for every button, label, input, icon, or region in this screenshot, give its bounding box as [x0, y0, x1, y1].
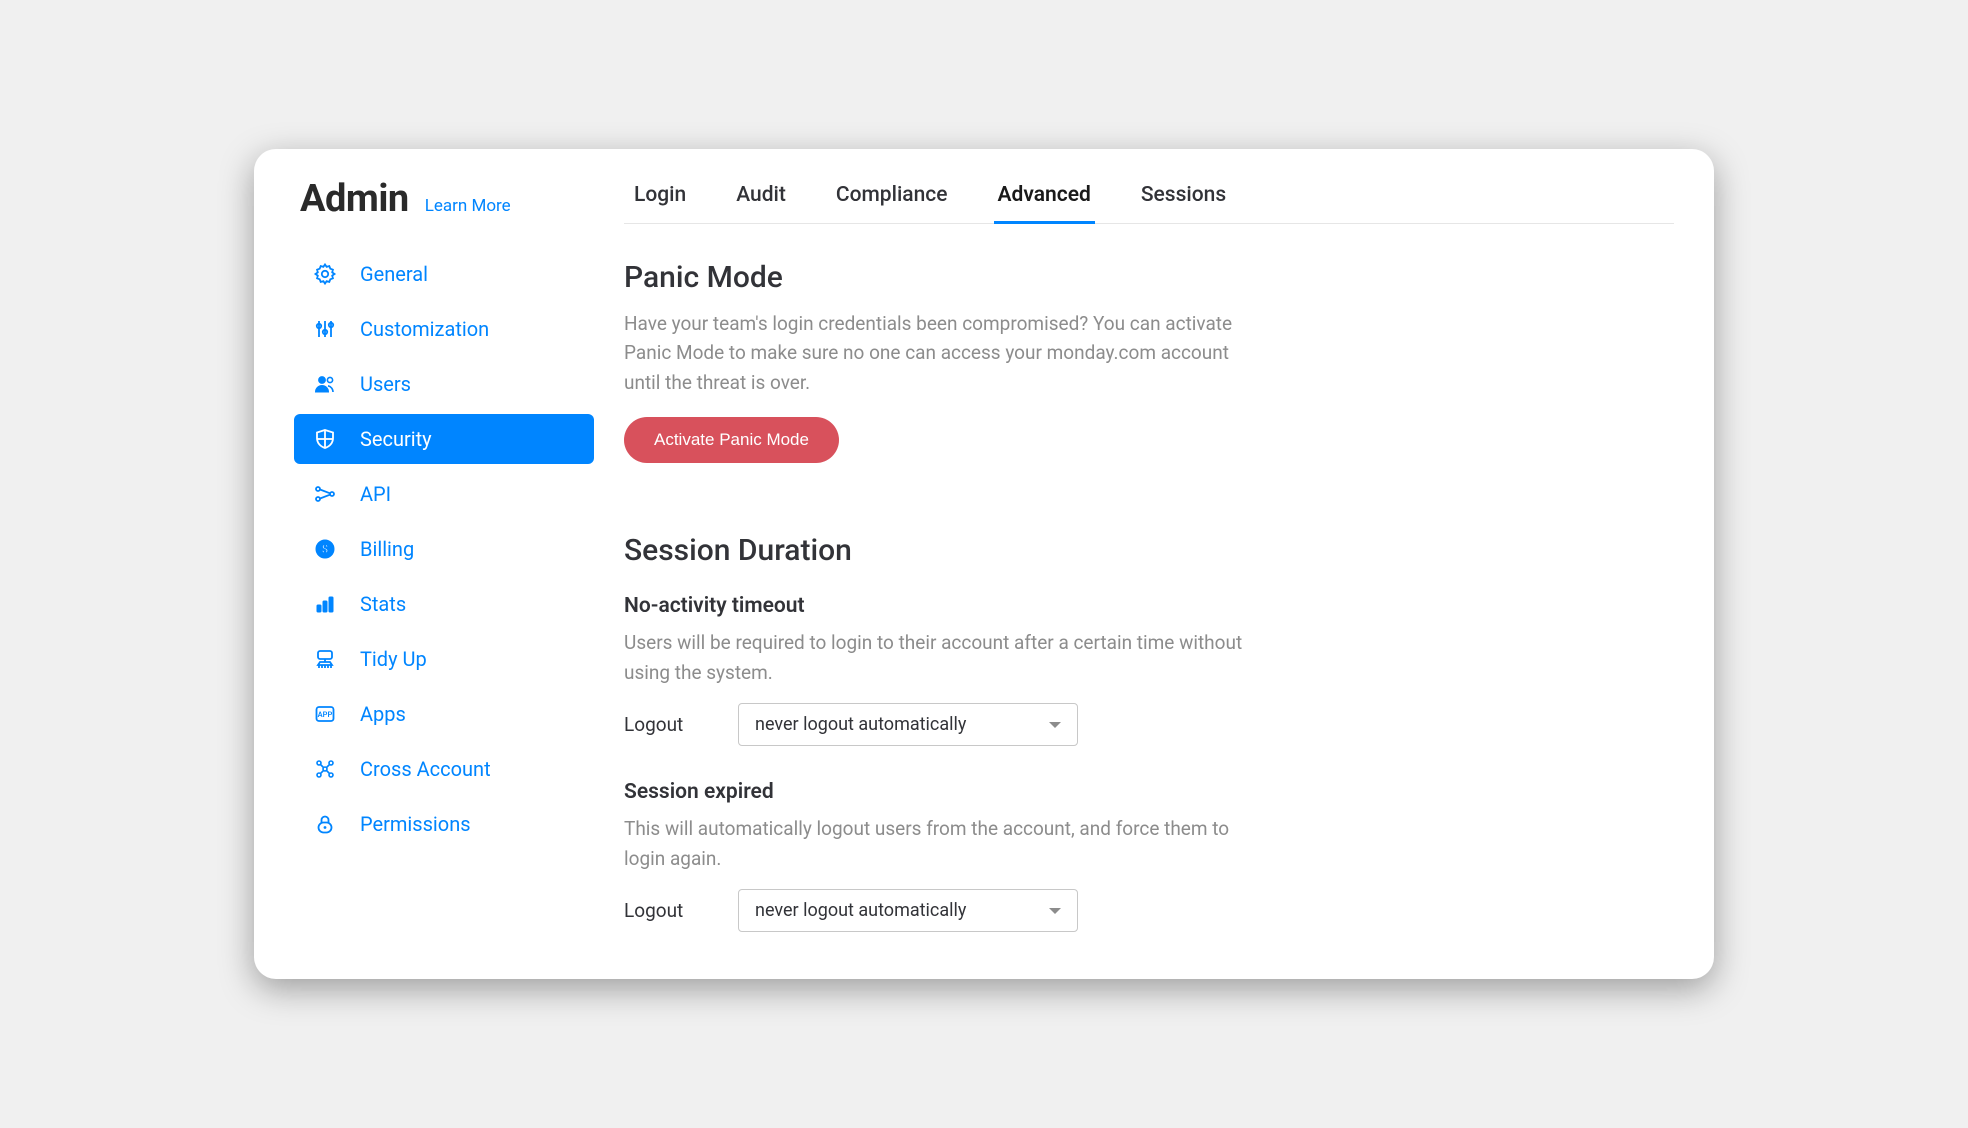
panic-mode-section: Panic Mode Have your team's login creden…: [624, 260, 1674, 463]
sidebar-item-label: Customization: [360, 317, 489, 342]
sidebar: Admin Learn More General Customization: [294, 177, 594, 959]
learn-more-link[interactable]: Learn More: [425, 196, 511, 216]
no-activity-subsection: No-activity timeout Users will be requir…: [624, 594, 1674, 746]
tab-compliance[interactable]: Compliance: [832, 177, 952, 224]
page-title: Admin: [300, 177, 409, 221]
apps-icon: APP: [312, 701, 338, 727]
sidebar-item-apps[interactable]: APP Apps: [294, 689, 594, 739]
no-activity-logout-label: Logout: [624, 713, 698, 736]
panic-mode-desc: Have your team's login credentials been …: [624, 309, 1264, 397]
sidebar-item-label: API: [360, 482, 391, 507]
gear-icon: [312, 261, 338, 287]
sliders-icon: [312, 316, 338, 342]
users-icon: [312, 371, 338, 397]
sidebar-item-api[interactable]: API: [294, 469, 594, 519]
sidebar-item-label: Cross Account: [360, 757, 491, 782]
no-activity-title: No-activity timeout: [624, 594, 1674, 618]
sidebar-item-label: Security: [360, 427, 432, 452]
svg-text:$: $: [322, 542, 329, 556]
cross-account-icon: [312, 756, 338, 782]
sidebar-item-label: Apps: [360, 702, 406, 727]
session-duration-title: Session Duration: [624, 533, 1674, 568]
panic-mode-title: Panic Mode: [624, 260, 1674, 295]
sidebar-item-cross-account[interactable]: Cross Account: [294, 744, 594, 794]
sidebar-item-permissions[interactable]: Permissions: [294, 799, 594, 849]
sidebar-item-label: Tidy Up: [360, 647, 427, 672]
session-expired-logout-select[interactable]: never logout automatically: [738, 889, 1078, 932]
session-expired-desc: This will automatically logout users fro…: [624, 814, 1264, 873]
tab-sessions[interactable]: Sessions: [1137, 177, 1230, 224]
chevron-down-icon: [1049, 722, 1061, 728]
billing-icon: $: [312, 536, 338, 562]
session-expired-form-row: Logout never logout automatically: [624, 889, 1674, 932]
session-expired-logout-label: Logout: [624, 899, 698, 922]
no-activity-logout-select[interactable]: never logout automatically: [738, 703, 1078, 746]
sidebar-item-label: Stats: [360, 592, 406, 617]
broom-icon: [312, 646, 338, 672]
svg-text:APP: APP: [318, 710, 333, 719]
sidebar-item-label: Billing: [360, 537, 414, 562]
activate-panic-mode-button[interactable]: Activate Panic Mode: [624, 417, 839, 463]
sidebar-item-users[interactable]: Users: [294, 359, 594, 409]
sidebar-header: Admin Learn More: [294, 177, 594, 221]
tab-audit[interactable]: Audit: [732, 177, 790, 224]
admin-window: Admin Learn More General Customization: [254, 149, 1714, 979]
lock-icon: [312, 811, 338, 837]
api-icon: [312, 481, 338, 507]
sidebar-item-tidy-up[interactable]: Tidy Up: [294, 634, 594, 684]
shield-icon: [312, 426, 338, 452]
chevron-down-icon: [1049, 908, 1061, 914]
tab-advanced[interactable]: Advanced: [994, 177, 1095, 224]
main-content: Login Audit Compliance Advanced Sessions…: [594, 177, 1674, 959]
sidebar-item-general[interactable]: General: [294, 249, 594, 299]
sidebar-item-customization[interactable]: Customization: [294, 304, 594, 354]
session-duration-section: Session Duration No-activity timeout Use…: [624, 533, 1674, 932]
security-tabs: Login Audit Compliance Advanced Sessions: [624, 177, 1674, 224]
sidebar-item-stats[interactable]: Stats: [294, 579, 594, 629]
sidebar-item-label: Permissions: [360, 812, 471, 837]
no-activity-form-row: Logout never logout automatically: [624, 703, 1674, 746]
sidebar-item-security[interactable]: Security: [294, 414, 594, 464]
stats-icon: [312, 591, 338, 617]
session-expired-logout-value: never logout automatically: [755, 900, 966, 921]
sidebar-nav: General Customization Users Security: [294, 249, 594, 849]
session-expired-title: Session expired: [624, 780, 1674, 804]
sidebar-item-billing[interactable]: $ Billing: [294, 524, 594, 574]
sidebar-item-label: Users: [360, 372, 411, 397]
sidebar-item-label: General: [360, 262, 428, 287]
tab-login[interactable]: Login: [630, 177, 690, 224]
no-activity-logout-value: never logout automatically: [755, 714, 966, 735]
session-expired-subsection: Session expired This will automatically …: [624, 780, 1674, 932]
no-activity-desc: Users will be required to login to their…: [624, 628, 1264, 687]
